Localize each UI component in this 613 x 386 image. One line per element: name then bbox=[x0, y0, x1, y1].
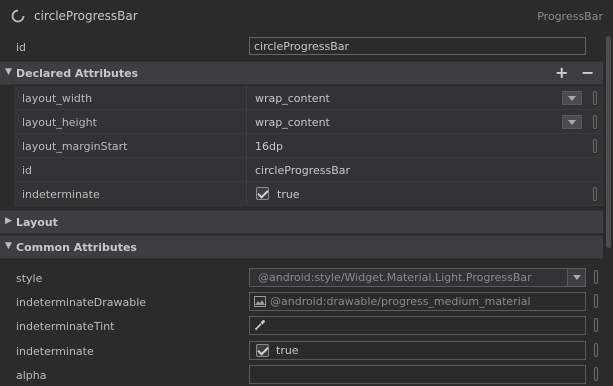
chevron-down-icon[interactable] bbox=[567, 269, 585, 286]
dropdown-button[interactable] bbox=[562, 91, 582, 105]
layout-section-header[interactable]: ▶ Layout bbox=[0, 210, 603, 234]
image-icon bbox=[254, 296, 266, 307]
id-input[interactable]: circleProgressBar bbox=[249, 37, 586, 55]
attribute-label: style bbox=[16, 272, 43, 285]
attribute-label: id bbox=[22, 164, 33, 177]
attribute-label: alpha bbox=[16, 369, 47, 382]
component-name: circleProgressBar bbox=[34, 9, 138, 23]
common-row-indeterminate: indeterminate true bbox=[0, 339, 603, 363]
resource-picker-handle[interactable] bbox=[594, 294, 598, 308]
remove-attribute-button[interactable]: − bbox=[581, 63, 594, 82]
attribute-label: indeterminate bbox=[22, 188, 100, 201]
section-title: Layout bbox=[16, 216, 58, 229]
common-row-indeterminate-tint: indeterminateTint bbox=[0, 314, 603, 338]
resource-picker-handle[interactable] bbox=[593, 139, 597, 153]
checkbox-label: true bbox=[277, 188, 300, 201]
attribute-label: layout_height bbox=[22, 116, 97, 129]
common-attributes-header[interactable]: ▼ Common Attributes bbox=[0, 235, 603, 259]
attribute-label: indeterminate bbox=[16, 345, 94, 358]
column-divider bbox=[246, 158, 247, 181]
alpha-input[interactable] bbox=[249, 365, 586, 384]
attribute-label: layout_marginStart bbox=[22, 140, 128, 153]
indeterminate-checkbox[interactable] bbox=[256, 344, 269, 357]
attribute-label: indeterminateTint bbox=[16, 320, 115, 333]
component-header: circleProgressBar ProgressBar bbox=[0, 0, 613, 34]
id-row: id circleProgressBar bbox=[0, 34, 603, 60]
attribute-value[interactable]: circleProgressBar bbox=[255, 164, 350, 177]
chevron-right-icon: ▶ bbox=[5, 216, 12, 226]
resource-picker-handle[interactable] bbox=[594, 318, 598, 332]
eyedropper-icon[interactable] bbox=[254, 319, 266, 331]
chevron-down-icon: ▼ bbox=[5, 241, 12, 251]
progress-circle-icon bbox=[11, 9, 25, 23]
resource-picker-handle[interactable] bbox=[594, 367, 598, 381]
resource-picker-handle[interactable] bbox=[593, 91, 597, 105]
checkbox-label: true bbox=[276, 344, 299, 357]
common-row-indeterminate-drawable: indeterminateDrawable @android:drawable/… bbox=[0, 290, 603, 314]
declared-row-layout-height[interactable]: layout_height wrap_content bbox=[14, 110, 603, 134]
attribute-label: layout_width bbox=[22, 92, 93, 105]
declared-row-margin-start[interactable]: layout_marginStart 16dp bbox=[14, 134, 603, 158]
declared-row-indeterminate[interactable]: indeterminate true bbox=[14, 182, 603, 206]
resource-picker-handle[interactable] bbox=[594, 343, 598, 357]
attribute-value: @android:style/Widget.Material.Light.Pro… bbox=[258, 271, 532, 284]
resource-picker-handle[interactable] bbox=[594, 270, 598, 284]
attribute-value[interactable]: wrap_content bbox=[255, 92, 330, 105]
attribute-value[interactable]: 16dp bbox=[255, 140, 283, 153]
style-dropdown[interactable]: @android:style/Widget.Material.Light.Pro… bbox=[249, 268, 586, 287]
common-row-style: style @android:style/Widget.Material.Lig… bbox=[0, 266, 603, 290]
common-row-alpha: alpha bbox=[0, 363, 603, 386]
attribute-label: indeterminateDrawable bbox=[16, 296, 147, 309]
indeterminate-field: true bbox=[249, 341, 586, 360]
column-divider bbox=[246, 110, 247, 133]
indeterminate-tint-field[interactable] bbox=[249, 316, 586, 335]
scrollbar-thumb[interactable] bbox=[606, 36, 611, 248]
dropdown-button[interactable] bbox=[562, 115, 582, 129]
attribute-value[interactable]: wrap_content bbox=[255, 116, 330, 129]
add-attribute-button[interactable]: + bbox=[555, 63, 568, 82]
chevron-down-icon: ▼ bbox=[5, 67, 12, 77]
component-type: ProgressBar bbox=[537, 10, 603, 23]
section-title: Common Attributes bbox=[16, 241, 137, 254]
column-divider bbox=[246, 182, 247, 205]
section-title: Declared Attributes bbox=[16, 67, 139, 80]
attribute-value: @android:drawable/progress_medium_materi… bbox=[270, 295, 531, 308]
resource-picker-handle[interactable] bbox=[593, 115, 597, 129]
column-divider bbox=[246, 134, 247, 157]
declared-attributes-header[interactable]: ▼ Declared Attributes + − bbox=[0, 61, 603, 85]
indeterminate-drawable-field[interactable]: @android:drawable/progress_medium_materi… bbox=[249, 292, 586, 311]
column-divider bbox=[246, 86, 247, 109]
indeterminate-checkbox[interactable] bbox=[256, 187, 269, 200]
resource-picker-handle[interactable] bbox=[593, 187, 597, 201]
declared-row-id[interactable]: id circleProgressBar bbox=[14, 158, 603, 182]
id-label: id bbox=[16, 41, 27, 54]
declared-row-layout-width[interactable]: layout_width wrap_content bbox=[14, 86, 603, 110]
